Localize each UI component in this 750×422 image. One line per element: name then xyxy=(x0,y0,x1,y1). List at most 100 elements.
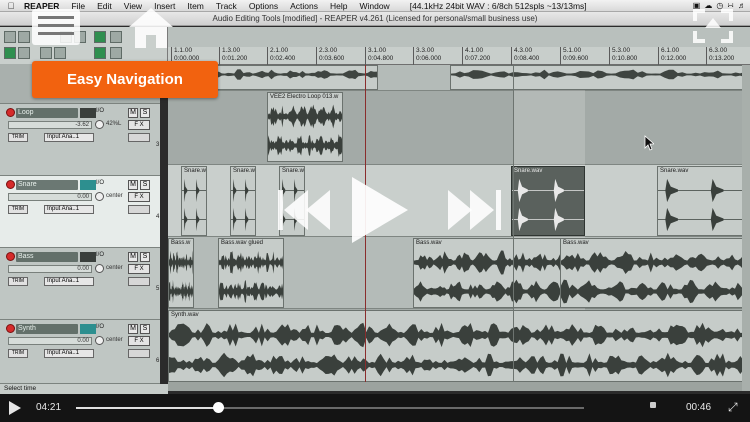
toolbar-lock-icon[interactable] xyxy=(18,47,30,59)
apple-icon[interactable]:  xyxy=(4,1,18,11)
track-bass[interactable]: Bass I/O M S 0.00 center F X TRIM Input … xyxy=(0,248,160,320)
menu-actions[interactable]: Actions xyxy=(284,0,324,12)
toolbar-open-icon[interactable] xyxy=(18,31,30,43)
vertical-scrollbar[interactable] xyxy=(742,65,750,391)
io-button[interactable]: I/O xyxy=(96,180,104,186)
region-lane[interactable] xyxy=(168,27,750,47)
solo-button[interactable]: S xyxy=(140,252,150,262)
menu-item[interactable]: Item xyxy=(181,0,210,12)
record-arm-button[interactable] xyxy=(6,252,15,261)
volume-icon[interactable]: ♬ xyxy=(738,1,746,10)
media-item-synth[interactable]: Synth.wav xyxy=(168,310,750,382)
mute-button[interactable]: M xyxy=(128,324,138,334)
record-arm-button[interactable] xyxy=(6,108,15,117)
input-select[interactable]: Input Ana..1 xyxy=(44,349,94,358)
home-icon[interactable] xyxy=(126,5,176,51)
solo-button[interactable]: S xyxy=(140,180,150,190)
pan-value: center xyxy=(106,193,123,199)
track-number: 5 xyxy=(156,286,160,292)
expand-icon[interactable]: ⤢ xyxy=(728,400,738,415)
airplay-icon[interactable] xyxy=(650,402,656,408)
fx-button[interactable]: F X xyxy=(128,120,150,130)
media-item-bass[interactable]: Bass.wav xyxy=(560,238,750,308)
video-controller: 04:21 00:46 ⤢ xyxy=(0,394,750,422)
elapsed-time: 04:21 xyxy=(36,402,62,413)
fx-button[interactable]: F X xyxy=(128,192,150,202)
track-name[interactable]: Synth xyxy=(16,324,78,334)
transport-controls xyxy=(278,177,501,243)
menu-window[interactable]: Window xyxy=(353,0,395,12)
media-item-partial[interactable] xyxy=(450,65,750,90)
toolbar-grid-icon[interactable] xyxy=(110,31,122,43)
fx-bypass-button[interactable] xyxy=(128,205,150,214)
menu-help[interactable]: Help xyxy=(324,0,353,12)
horizontal-scrollbar[interactable] xyxy=(168,382,742,391)
pan-knob[interactable] xyxy=(95,336,104,345)
trim-button[interactable]: TRIM xyxy=(8,349,28,358)
fullscreen-icon[interactable] xyxy=(690,6,736,46)
chapters-icon[interactable] xyxy=(30,7,82,47)
toolbar-ripple-icon[interactable] xyxy=(54,47,66,59)
rewind-icon[interactable] xyxy=(278,190,330,230)
media-item-snare[interactable]: Snare.wav xyxy=(657,166,750,236)
window-title: Audio Editing Tools [modified] - REAPER … xyxy=(0,12,750,26)
fx-button[interactable]: F X xyxy=(128,336,150,346)
track-loop[interactable]: Loop I/O M S -3.62 42%L F X TRIM Input A… xyxy=(0,104,160,176)
media-item-snare[interactable]: Snare.w xyxy=(181,166,207,236)
mute-button[interactable]: M xyxy=(128,252,138,262)
volume-slider[interactable]: 0.00 xyxy=(8,265,92,273)
track-name[interactable]: Snare xyxy=(16,180,78,190)
fx-bypass-button[interactable] xyxy=(128,349,150,358)
fx-button[interactable]: F X xyxy=(128,264,150,274)
volume-slider[interactable]: -3.62 xyxy=(8,121,92,129)
ruler-tick: 6.3.00 0:13.200 xyxy=(706,47,734,65)
track-name[interactable]: Bass xyxy=(16,252,78,262)
video-scrubber-thumb[interactable] xyxy=(213,402,225,413)
video-play-icon[interactable] xyxy=(9,401,21,415)
track-number: 3 xyxy=(156,142,160,148)
trim-button[interactable]: TRIM xyxy=(8,205,28,214)
input-select[interactable]: Input Ana..1 xyxy=(44,205,94,214)
ruler-tick: 5.3.00 0:10.800 xyxy=(609,47,637,65)
toolbar-new-icon[interactable] xyxy=(4,31,16,43)
trim-button[interactable]: TRIM xyxy=(8,133,28,142)
media-item-bass[interactable]: Bass.w xyxy=(168,238,194,308)
media-item-snare-selected[interactable]: Snare.wav xyxy=(511,166,585,236)
input-select[interactable]: Input Ana..1 xyxy=(44,133,94,142)
volume-slider[interactable]: 0.00 xyxy=(8,193,92,201)
solo-button[interactable]: S xyxy=(140,324,150,334)
toolbar-crossfade-icon[interactable] xyxy=(110,47,122,59)
menu-edit[interactable]: Edit xyxy=(91,0,118,12)
toolbar-metronome-icon[interactable] xyxy=(4,47,16,59)
pan-knob[interactable] xyxy=(95,120,104,129)
trim-button[interactable]: TRIM xyxy=(8,277,28,286)
record-arm-button[interactable] xyxy=(6,324,15,333)
io-button[interactable]: I/O xyxy=(96,252,104,258)
menu-options[interactable]: Options xyxy=(243,0,284,12)
pan-knob[interactable] xyxy=(95,264,104,273)
toolbar-loop-icon[interactable] xyxy=(94,47,106,59)
track-synth[interactable]: Synth I/O M S 0.00 center F X TRIM Input… xyxy=(0,320,160,384)
lane-loop xyxy=(168,91,750,165)
play-icon[interactable] xyxy=(352,177,408,243)
track-name[interactable]: Loop xyxy=(16,108,78,118)
solo-button[interactable]: S xyxy=(140,108,150,118)
fx-bypass-button[interactable] xyxy=(128,277,150,286)
fx-bypass-button[interactable] xyxy=(128,133,150,142)
io-button[interactable]: I/O xyxy=(96,324,104,330)
record-arm-button[interactable] xyxy=(6,180,15,189)
toolbar-envelope-icon[interactable] xyxy=(40,47,52,59)
pan-knob[interactable] xyxy=(95,192,104,201)
menu-track[interactable]: Track xyxy=(210,0,243,12)
timeline-ruler[interactable]: 1.1.00 0:00.000 1.3.00 0:01.200 2.1.00 0:02… xyxy=(168,47,750,65)
media-item-loop[interactable]: VEE2 Electro Loop 013.w xyxy=(267,92,343,162)
video-scrubber[interactable] xyxy=(76,402,584,413)
fast-forward-icon[interactable] xyxy=(448,190,501,230)
input-select[interactable]: Input Ana..1 xyxy=(44,277,94,286)
volume-slider[interactable]: 0.00 xyxy=(8,337,92,345)
track-snare[interactable]: Snare I/O M S 0.00 center F X TRIM Input… xyxy=(0,176,160,248)
mute-button[interactable]: M xyxy=(128,108,138,118)
mute-button[interactable]: M xyxy=(128,180,138,190)
toolbar-snap-icon[interactable] xyxy=(94,31,106,43)
io-button[interactable]: I/O xyxy=(96,108,104,114)
